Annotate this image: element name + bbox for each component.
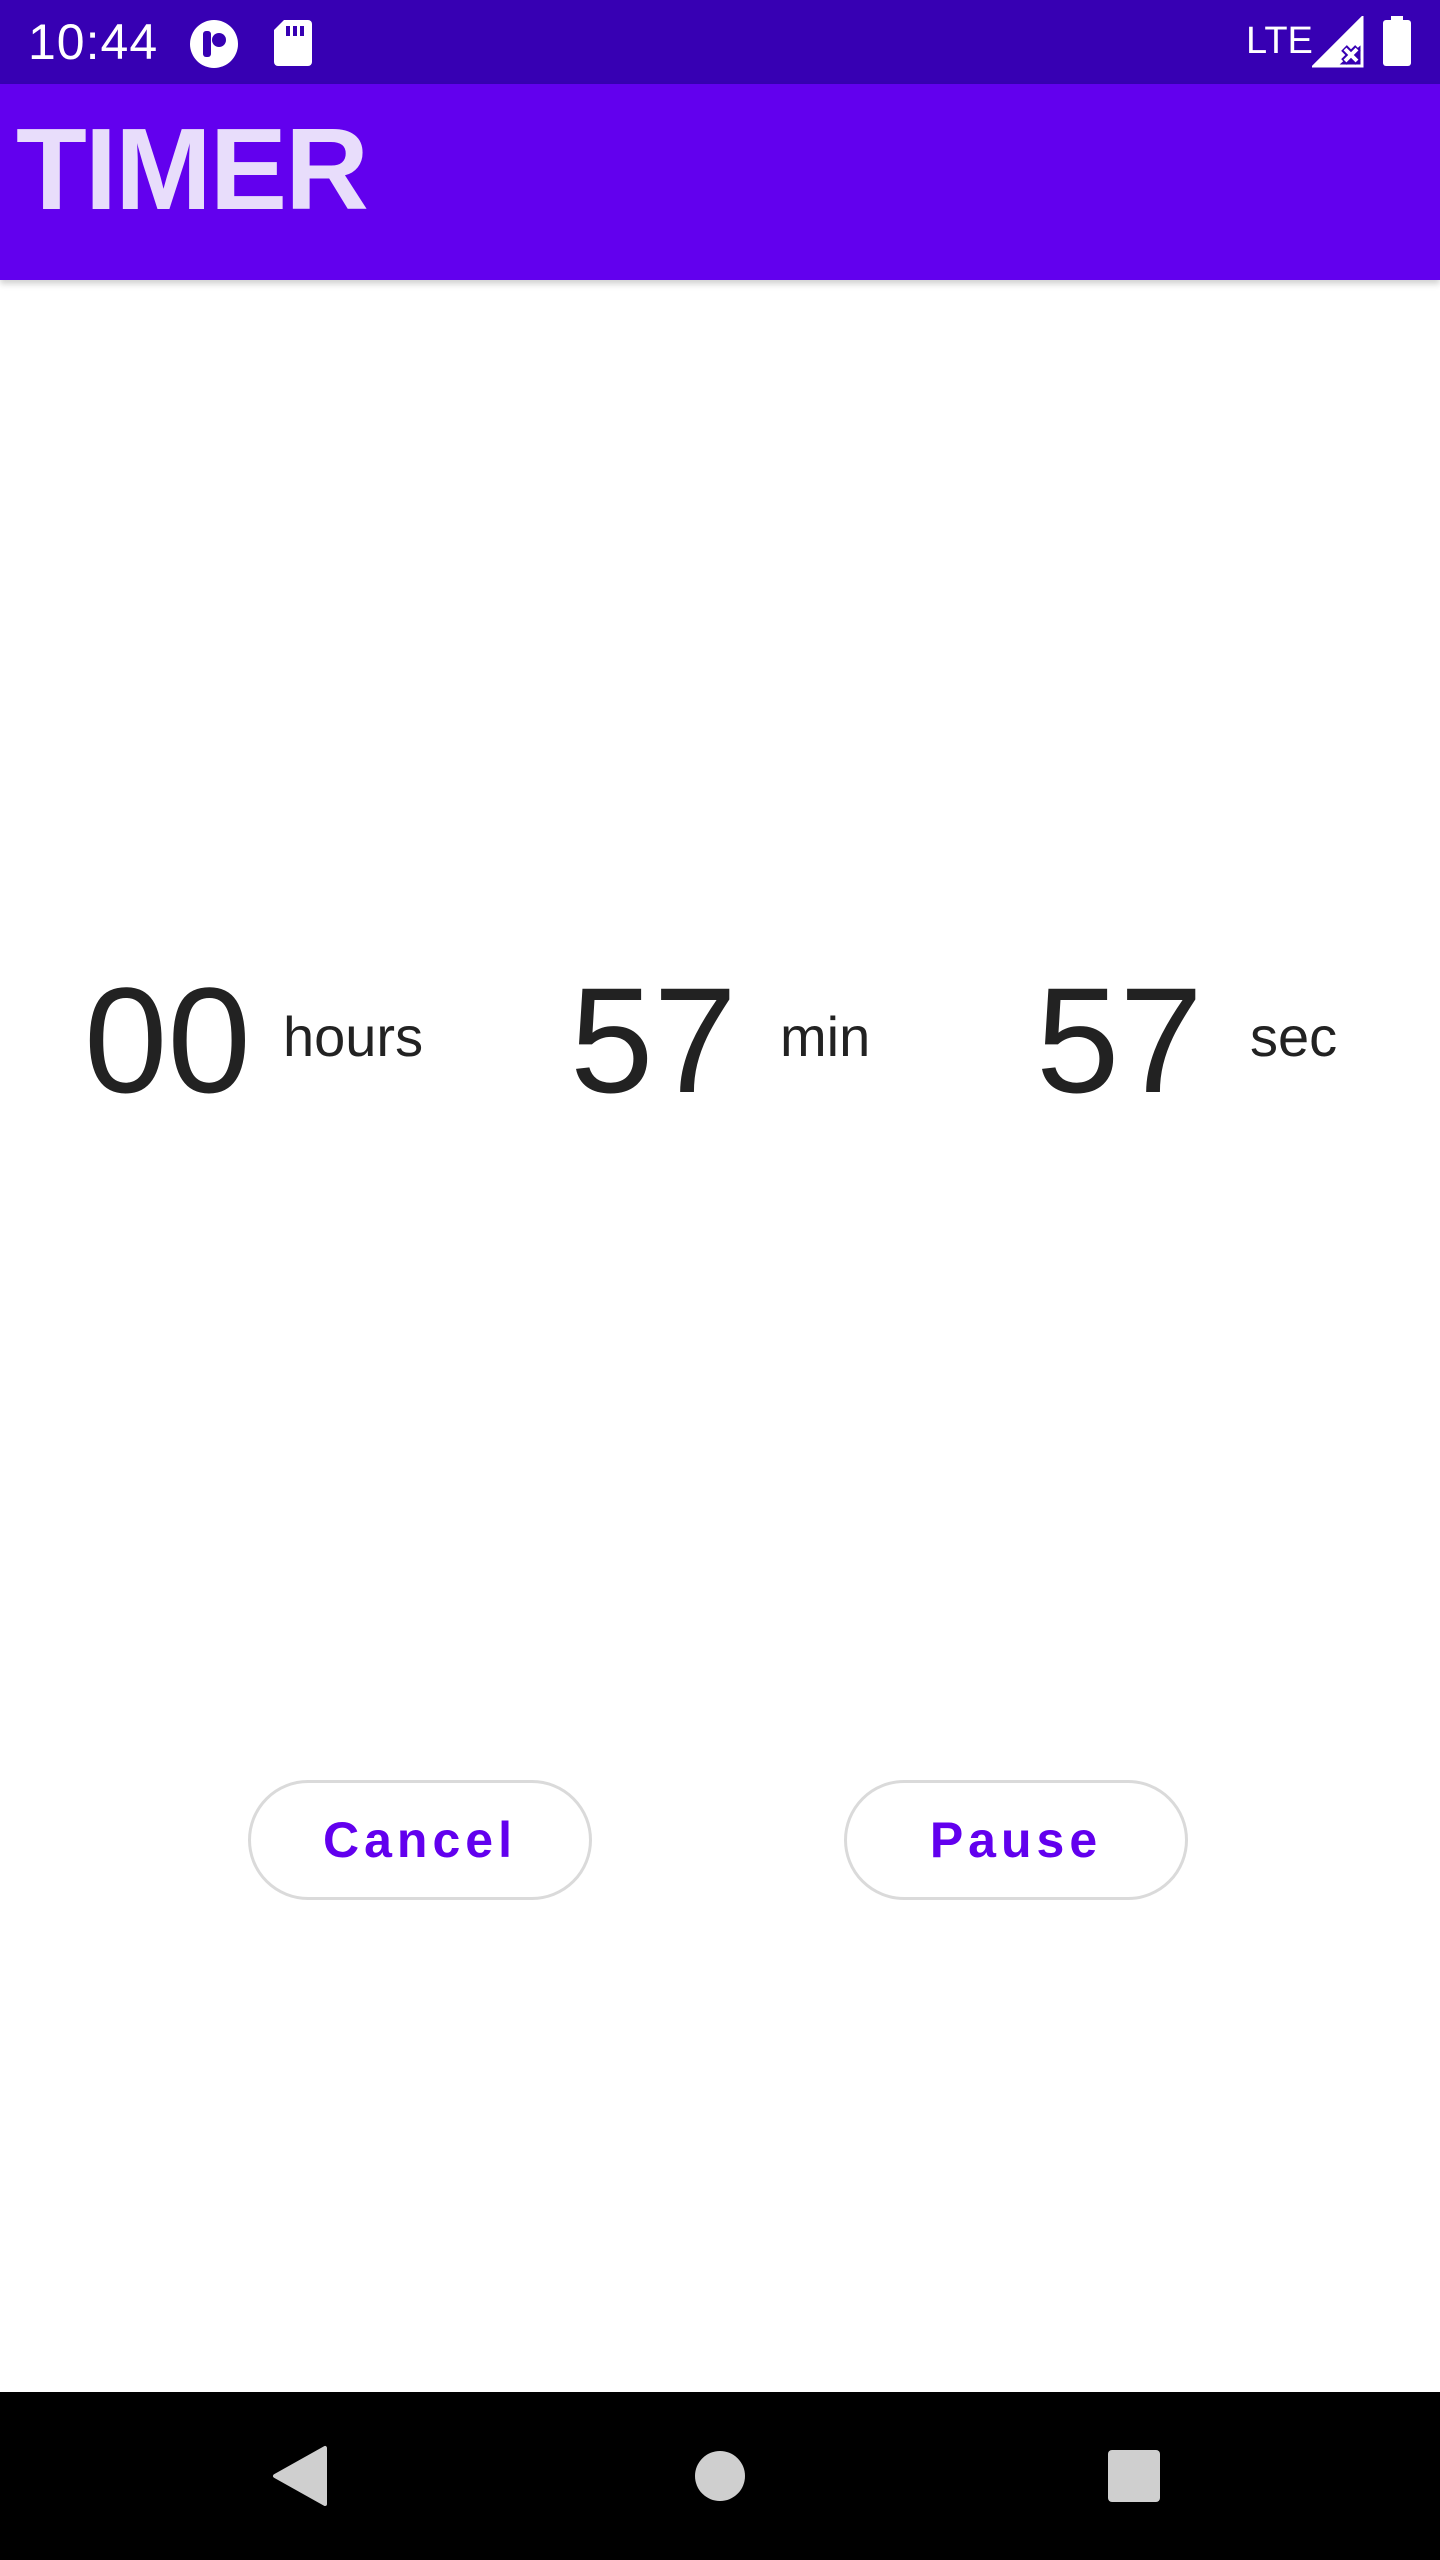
seconds-value: 57 xyxy=(1036,956,1203,1124)
status-time: 10:44 xyxy=(28,14,159,70)
recents-icon xyxy=(1108,2450,1160,2502)
recents-button[interactable] xyxy=(1054,2392,1214,2560)
minutes-label: min xyxy=(780,1005,871,1068)
home-icon xyxy=(695,2451,745,2501)
hours-value: 00 xyxy=(84,956,251,1124)
seconds-label: sec xyxy=(1250,1005,1338,1068)
signal-no-data-icon xyxy=(1310,14,1364,73)
battery-icon xyxy=(1382,16,1412,71)
app-bar: TIMER xyxy=(0,84,1440,280)
home-button[interactable] xyxy=(640,2392,800,2560)
page-title: TIMER xyxy=(16,104,369,234)
sd-card-icon xyxy=(272,18,314,73)
cancel-button-label: Cancel xyxy=(323,1812,517,1868)
back-button[interactable] xyxy=(220,2392,380,2560)
timer-display: 00 hours 57 min 57 sec xyxy=(0,940,1440,1140)
minutes-value: 57 xyxy=(570,956,737,1124)
app-notification-icon xyxy=(188,18,240,75)
hours-label: hours xyxy=(283,1005,424,1068)
pause-button-label: Pause xyxy=(929,1812,1103,1868)
network-type-label: LTE xyxy=(1246,20,1313,62)
back-icon xyxy=(273,2446,327,2506)
cancel-button[interactable]: Cancel xyxy=(248,1780,592,1900)
navigation-bar xyxy=(0,2392,1440,2560)
status-bar: 10:44 LTE xyxy=(0,0,1440,84)
pause-button[interactable]: Pause xyxy=(844,1780,1188,1900)
